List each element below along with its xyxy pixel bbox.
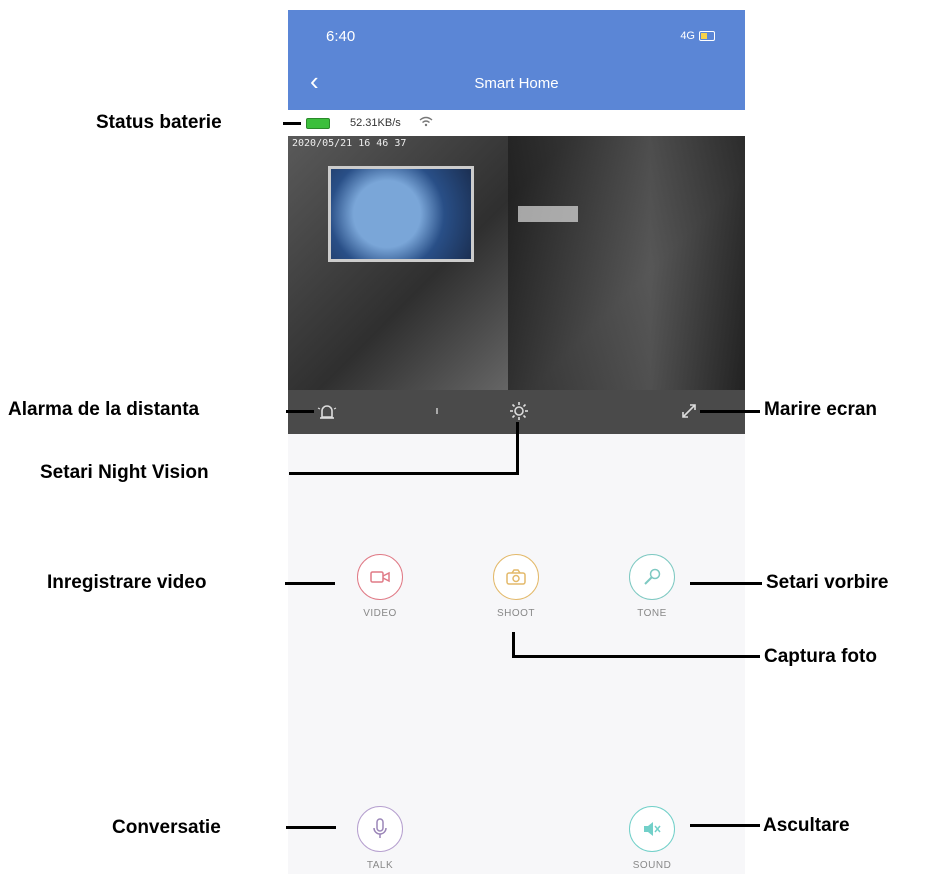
stream-speed: 52.31KB/s <box>350 117 401 129</box>
sun-gear-icon[interactable] <box>506 398 532 424</box>
leader-battery-status <box>283 122 301 125</box>
callout-remote-alarm: Alarma de la distanta <box>8 399 200 420</box>
camera-icon <box>493 554 539 600</box>
leader-speech-settings <box>690 582 762 585</box>
leader-fullscreen <box>700 410 760 413</box>
microphone-icon <box>357 806 403 852</box>
system-indicators: 4G <box>680 30 715 42</box>
voice-changer-icon <box>629 554 675 600</box>
shoot-label: SHOOT <box>496 608 536 619</box>
callout-listening: Ascultare <box>763 815 850 836</box>
callout-fullscreen: Marire ecran <box>764 399 878 420</box>
leader-night-vision-h <box>289 472 519 475</box>
speaker-mute-icon <box>629 806 675 852</box>
video-button[interactable]: VIDEO <box>340 554 420 619</box>
wall-sign <box>518 206 578 222</box>
leader-record-video <box>285 582 335 585</box>
sound-label: SOUND <box>632 860 672 871</box>
siren-icon[interactable] <box>314 398 340 424</box>
camera-video-feed[interactable]: 2020/05/21 16 46 37 <box>288 136 745 390</box>
callout-battery-status: Status baterie <box>96 112 222 133</box>
camera-battery-icon <box>306 117 330 129</box>
callout-photo-capture: Captura foto <box>764 646 877 667</box>
talk-label: TALK <box>366 860 394 871</box>
talk-button[interactable]: TALK <box>340 806 420 871</box>
expand-icon[interactable] <box>676 398 702 424</box>
phone-battery-icon <box>699 31 715 41</box>
leader-photo-capture-h <box>512 655 760 658</box>
status-time: 6:40 <box>326 28 356 45</box>
leader-listening <box>690 824 760 827</box>
wifi-icon <box>419 116 433 130</box>
sound-button[interactable]: SOUND <box>612 806 692 871</box>
page-title: Smart Home <box>474 75 559 92</box>
callout-speech-settings: Setari vorbire <box>766 572 889 593</box>
control-divider <box>436 408 438 414</box>
tone-button[interactable]: TONE <box>612 554 692 619</box>
tone-label: TONE <box>637 608 667 619</box>
camcorder-icon <box>357 554 403 600</box>
leader-remote-alarm <box>286 410 314 413</box>
video-label: VIDEO <box>363 608 397 619</box>
callout-night-vision: Setari Night Vision <box>40 462 209 483</box>
status-bar: 6:40 4G <box>288 10 745 58</box>
nav-bar: ‹ Smart Home <box>288 58 745 110</box>
video-scene <box>508 136 745 390</box>
signal-label: 4G <box>680 30 695 42</box>
leader-conversation <box>286 826 336 829</box>
callout-record-video: Inregistrare video <box>47 572 207 593</box>
callout-conversation: Conversatie <box>112 817 221 838</box>
wall-map-image <box>328 166 474 262</box>
leader-night-vision-v <box>516 422 519 475</box>
camera-info-bar: 52.31KB/s <box>288 110 745 136</box>
video-timestamp: 2020/05/21 16 46 37 <box>292 138 407 149</box>
shoot-button[interactable]: SHOOT <box>476 554 556 619</box>
